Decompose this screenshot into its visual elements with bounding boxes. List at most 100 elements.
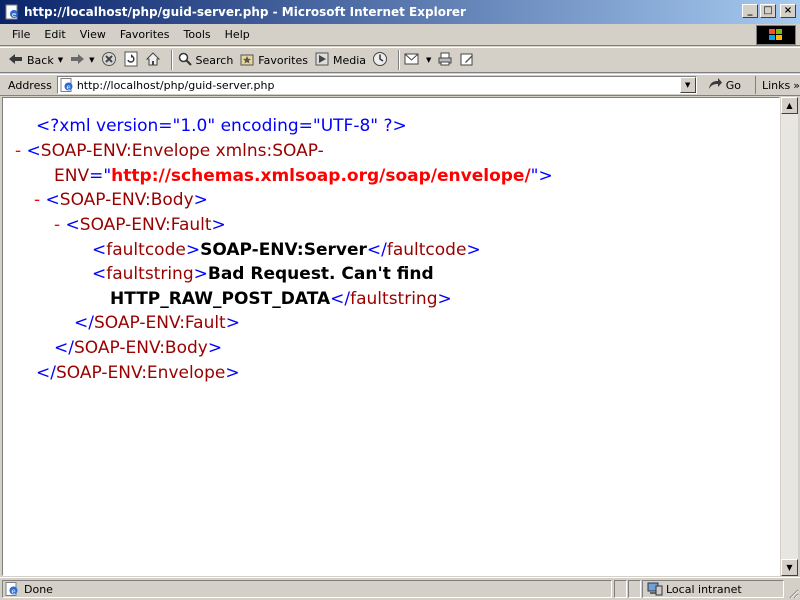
media-icon: [314, 51, 330, 70]
xml-declaration: <?xml version="1.0" encoding="UTF-8" ?>: [36, 116, 407, 136]
page-done-icon: e: [5, 582, 19, 596]
faultcode-value: SOAP-ENV:Server: [200, 240, 367, 260]
menu-tools[interactable]: Tools: [178, 28, 219, 41]
local-intranet-icon: [647, 582, 663, 596]
favorites-button[interactable]: Favorites: [239, 51, 308, 70]
go-label: Go: [725, 78, 741, 92]
collapse-toggle-body[interactable]: -: [34, 190, 40, 210]
address-input[interactable]: [76, 78, 667, 92]
fault-open-line: - <SOAP-ENV:Fault>: [54, 215, 226, 235]
back-button[interactable]: Back ▼: [8, 52, 63, 69]
chevron-up-icon: ▲: [786, 101, 793, 110]
menu-file[interactable]: File: [0, 28, 38, 41]
standard-toolbar: Back ▼ ▼ Search Favorites Media ▼: [0, 47, 800, 73]
svg-text:e: e: [11, 588, 15, 596]
minimize-icon: _: [747, 5, 753, 16]
search-button[interactable]: Search: [177, 51, 234, 70]
menu-favorites[interactable]: Favorites: [114, 28, 178, 41]
refresh-icon: [123, 51, 139, 70]
address-combobox[interactable]: e ▼: [56, 76, 697, 94]
edit-button[interactable]: [459, 51, 475, 70]
faultcode-line: <faultcode>SOAP-ENV:Server</faultcode>: [92, 240, 481, 260]
maximize-icon: □: [763, 5, 773, 16]
chevron-down-icon: ▼: [685, 81, 691, 89]
print-button[interactable]: [437, 51, 453, 70]
close-icon: ×: [783, 5, 793, 16]
chevron-right-icon: »: [793, 78, 800, 92]
faultstring-line-cont: HTTP_RAW_POST_DATA</faultstring>: [110, 289, 452, 309]
title-bar[interactable]: e http://localhost/php/guid-server.php -…: [0, 0, 800, 24]
favorites-label: Favorites: [258, 53, 308, 67]
menu-view[interactable]: View: [74, 28, 114, 41]
menu-help[interactable]: Help: [219, 28, 258, 41]
home-button[interactable]: [145, 51, 161, 70]
svg-text:e: e: [12, 11, 16, 19]
forward-dropdown-icon[interactable]: ▼: [89, 56, 94, 64]
body-close-line: </SOAP-ENV:Body>: [54, 338, 223, 358]
fault-close-line: </SOAP-ENV:Fault>: [74, 313, 240, 333]
body-open-line: - <SOAP-ENV:Body>: [34, 190, 208, 210]
stop-button[interactable]: [101, 51, 117, 70]
faultstring-value-part2: HTTP_RAW_POST_DATA: [110, 289, 331, 309]
back-arrow-icon: [8, 52, 24, 69]
mail-button[interactable]: ▼: [404, 51, 431, 70]
toolbar-separator: [170, 50, 173, 70]
go-button[interactable]: Go: [707, 77, 741, 94]
address-dropdown-button[interactable]: ▼: [679, 77, 696, 93]
collapse-toggle-envelope[interactable]: -: [15, 141, 21, 161]
faultstring-line: <faultstring>Bad Request. Can't find: [92, 264, 434, 284]
forward-arrow-icon: [69, 52, 85, 69]
status-panel-empty: [614, 580, 627, 598]
mail-dropdown-icon[interactable]: ▼: [426, 56, 431, 64]
search-label: Search: [195, 53, 234, 67]
go-arrow-icon: [707, 77, 723, 94]
ie-page-icon: e: [4, 4, 20, 20]
menu-edit[interactable]: Edit: [38, 28, 73, 41]
media-button[interactable]: Media: [314, 51, 366, 70]
security-zone-panel: Local intranet: [642, 580, 784, 598]
faultstring-value-part1: Bad Request. Can't find: [207, 264, 434, 284]
back-dropdown-icon[interactable]: ▼: [58, 56, 63, 64]
status-bar: e Done Local intranet: [0, 577, 800, 600]
refresh-button[interactable]: [123, 51, 139, 70]
svg-text:e: e: [66, 84, 70, 92]
home-icon: [145, 51, 161, 70]
envelope-open-line: - <SOAP-ENV:Envelope xmlns:SOAP-: [15, 141, 324, 161]
minimize-button[interactable]: _: [742, 4, 758, 18]
security-zone-text: Local intranet: [666, 582, 742, 596]
history-button[interactable]: [372, 51, 388, 70]
printer-icon: [437, 51, 453, 70]
edit-page-icon: [459, 51, 475, 70]
page-icon: e: [60, 78, 74, 92]
windows-logo-icon: [756, 25, 796, 45]
address-bar: Address e ▼ Go Links »: [0, 74, 800, 96]
links-label: Links: [762, 78, 791, 92]
chevron-down-icon: ▼: [786, 563, 793, 572]
toolbar-separator: [398, 50, 401, 70]
menu-bar: File Edit View Favorites Tools Help: [0, 24, 800, 46]
mail-icon: [404, 51, 422, 70]
favorites-icon: [239, 51, 255, 70]
maximize-button[interactable]: □: [760, 4, 776, 18]
resize-grip-icon[interactable]: [787, 587, 799, 599]
collapse-toggle-fault[interactable]: -: [54, 215, 60, 235]
stop-icon: [101, 51, 117, 70]
envelope-close-line: </SOAP-ENV:Envelope>: [36, 363, 240, 383]
scroll-up-button[interactable]: ▲: [781, 97, 798, 114]
status-panel-empty: [628, 580, 641, 598]
window-title: http://localhost/php/guid-server.php - M…: [24, 5, 466, 19]
close-button[interactable]: ×: [780, 4, 796, 18]
forward-button[interactable]: ▼: [69, 52, 95, 69]
vertical-scrollbar[interactable]: ▲ ▼: [781, 97, 798, 576]
envelope-namespace-value: http://schemas.xmlsoap.org/soap/envelope…: [111, 166, 531, 186]
back-label: Back: [27, 53, 54, 67]
status-text-panel: e Done: [2, 580, 612, 598]
envelope-namespace-line: ENV="http://schemas.xmlsoap.org/soap/env…: [54, 166, 553, 186]
links-button[interactable]: Links »: [755, 76, 800, 94]
address-label: Address: [8, 78, 52, 92]
history-icon: [372, 51, 388, 70]
scroll-down-button[interactable]: ▼: [781, 559, 798, 576]
media-label: Media: [333, 53, 367, 67]
page-content[interactable]: <?xml version="1.0" encoding="UTF-8" ?> …: [2, 97, 780, 576]
status-text: Done: [24, 582, 53, 596]
